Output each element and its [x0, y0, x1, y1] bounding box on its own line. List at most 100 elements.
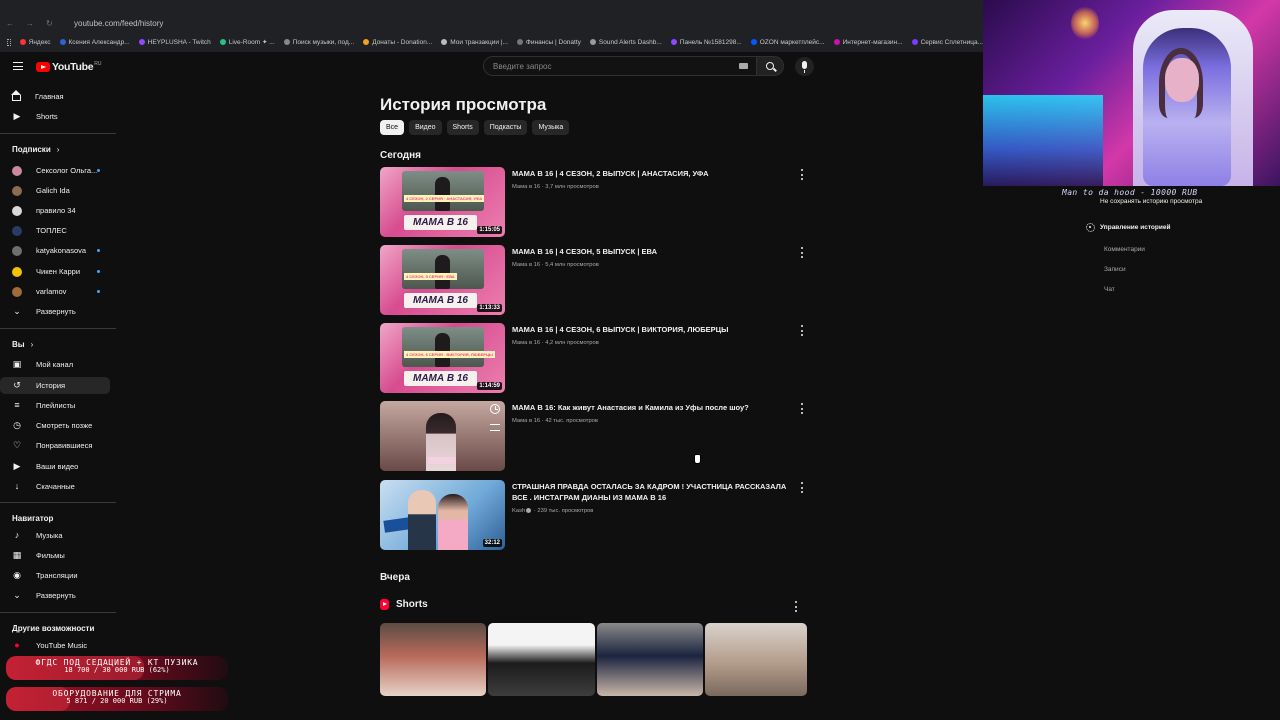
- bookmark[interactable]: OZON маркетплейс...: [750, 39, 825, 46]
- sidebar-item-live[interactable]: ◉ Трансляции: [0, 567, 110, 584]
- video-title[interactable]: МАМА В 16 | 4 СЕЗОН, 6 ВЫПУСК | ВИКТОРИЯ…: [512, 324, 797, 335]
- sidebar-item-watch-later[interactable]: ◷ Смотреть позже: [0, 417, 110, 434]
- bookmark[interactable]: Поиск музыки, под...: [283, 39, 354, 46]
- thumbnail-sticker: [428, 457, 456, 464]
- sidebar-item-shorts[interactable]: ▶ Shorts: [0, 108, 110, 125]
- you-heading[interactable]: Вы ›: [12, 340, 33, 349]
- history-posts-link[interactable]: Записи: [1104, 266, 1126, 273]
- more-actions-icon[interactable]: [800, 482, 804, 493]
- sidebar-item-films[interactable]: ▦ Фильмы: [0, 547, 110, 564]
- history-comments-link[interactable]: Комментарии: [1104, 246, 1145, 253]
- more-actions-icon[interactable]: [800, 169, 804, 180]
- bookmark[interactable]: Донаты - Donation...: [363, 39, 432, 46]
- filter-chip[interactable]: Подкасты: [483, 120, 528, 135]
- pause-history-button[interactable]: Не сохранять историю просмотра: [1100, 198, 1202, 205]
- sidebar-item-label: Развернуть: [36, 591, 76, 600]
- add-to-queue-icon[interactable]: [490, 424, 500, 431]
- hamburger-menu-icon[interactable]: [13, 62, 23, 70]
- sidebar-item-label: Shorts: [36, 112, 58, 121]
- more-actions-icon[interactable]: [800, 325, 804, 336]
- address-row: ← → ↻ youtube.com/feed/history: [0, 14, 983, 32]
- video-title[interactable]: МАМА В 16: Как живут Анастасия и Камила …: [512, 402, 797, 413]
- video-thumbnail[interactable]: 4 СЕЗОН, 5 СЕРИЯ · ЕВА МАМА В 16 1:13:33: [380, 245, 505, 315]
- youtube-logo[interactable]: YouTube RU: [36, 61, 102, 73]
- bookmark[interactable]: Сервис Сплетница...: [911, 39, 983, 46]
- video-thumbnail[interactable]: 32:12: [380, 480, 505, 550]
- sidebar-item-your-videos[interactable]: ▶ Ваши видео: [0, 458, 110, 475]
- sidebar-item-subscription[interactable]: varlamov: [0, 283, 110, 300]
- video-thumbnail[interactable]: 4 СЕЗОН, 2 СЕРИЯ · АНАСТАСИЯ, УФА МАМА В …: [380, 167, 505, 237]
- sidebar-item-subscription[interactable]: Galich Ida: [0, 182, 110, 199]
- sidebar-item-music[interactable]: ♪ Музыка: [0, 527, 110, 544]
- channel-avatar: [12, 205, 22, 216]
- filter-chip[interactable]: Видео: [409, 120, 442, 135]
- sidebar-item-expand-subscriptions[interactable]: ⌄ Развернуть: [0, 303, 110, 320]
- history-chat-link[interactable]: Чат: [1104, 286, 1115, 293]
- thumbnail-show-logo: МАМА В 16: [404, 215, 477, 230]
- filter-chip[interactable]: Все: [380, 120, 405, 135]
- sidebar-item-history[interactable]: ↺ История: [0, 377, 110, 394]
- sidebar-item-home[interactable]: Главная: [0, 88, 110, 105]
- more-actions-icon[interactable]: [800, 247, 804, 258]
- forward-icon[interactable]: →: [26, 19, 40, 28]
- more-actions-icon[interactable]: [800, 403, 804, 414]
- video-row[interactable]: 4 СЕЗОН, 2 СЕРИЯ · АНАСТАСИЯ, УФА МАМА В …: [380, 167, 810, 237]
- watch-later-icon[interactable]: [490, 404, 500, 414]
- sidebar-item-expand-navigator[interactable]: ⌄ Развернуть: [0, 587, 110, 604]
- sidebar-item-youtube-music[interactable]: ● YouTube Music: [0, 637, 110, 654]
- subscriptions-heading[interactable]: Подписки ›: [12, 145, 59, 154]
- search-button[interactable]: [757, 56, 784, 76]
- short-thumbnail[interactable]: [705, 623, 807, 696]
- video-thumbnail[interactable]: [380, 401, 505, 471]
- youtube-music-icon: ●: [14, 640, 20, 650]
- bookmark[interactable]: Sound Alerts Dashb...: [589, 39, 662, 46]
- apps-grid-icon[interactable]: [7, 38, 11, 46]
- channel-name[interactable]: Kash: [512, 508, 525, 514]
- video-row[interactable]: 32:12 СТРАШНАЯ ПРАВДА ОСТАЛАСЬ ЗА КАДРОМ …: [380, 480, 810, 550]
- sidebar-item-my-channel[interactable]: ▣ Мой канал: [0, 356, 110, 373]
- sidebar-item-subscription[interactable]: ТОПЛЕС: [0, 222, 110, 239]
- short-thumbnail[interactable]: [597, 623, 703, 696]
- keyboard-icon[interactable]: [739, 63, 748, 69]
- url-bar[interactable]: youtube.com/feed/history: [74, 19, 163, 28]
- short-thumbnail[interactable]: [380, 623, 486, 696]
- bookmarks-bar: Яндекс Ксения Александр... HEYPLUSHA - T…: [0, 34, 983, 50]
- bookmark[interactable]: Интернет-магазин...: [833, 39, 903, 46]
- sidebar-item-downloads[interactable]: ↓ Скачанные: [0, 478, 110, 495]
- video-row[interactable]: 4 СЕЗОН, 5 СЕРИЯ · ЕВА МАМА В 16 1:13:33 МА…: [380, 245, 810, 315]
- bookmark[interactable]: Финансы | Donatty: [516, 39, 581, 46]
- view-count: 239 тыс. просмотров: [537, 508, 594, 515]
- video-title[interactable]: СТРАШНАЯ ПРАВДА ОСТАЛАСЬ ЗА КАДРОМ ! УЧА…: [512, 481, 797, 503]
- video-row[interactable]: МАМА В 16: Как живут Анастасия и Камила …: [380, 401, 810, 471]
- video-title[interactable]: МАМА В 16 | 4 СЕЗОН, 5 ВЫПУСК | ЕВА: [512, 246, 797, 257]
- chevron-right-icon: ›: [30, 340, 34, 349]
- sidebar-item-subscription[interactable]: правило 34: [0, 202, 110, 219]
- filter-chip[interactable]: Shorts: [446, 120, 479, 135]
- filter-chip[interactable]: Музыка: [532, 120, 570, 135]
- video-thumbnail[interactable]: 4 СЕЗОН, 6 СЕРИЯ · ВИКТОРИЯ, ЛЮБЕРЦЫ МАМА…: [380, 323, 505, 393]
- youtube-play-icon: [36, 62, 50, 72]
- thumbnail-photo: [402, 171, 484, 211]
- bookmark[interactable]: Мои транзакции |...: [441, 39, 508, 46]
- short-thumbnail[interactable]: [488, 623, 595, 696]
- sidebar-item-playlists[interactable]: ≡ Плейлисты: [0, 397, 110, 414]
- search-input[interactable]: Введите запрос: [483, 56, 757, 76]
- bookmark[interactable]: Live-Room ✦ ...: [219, 38, 275, 46]
- video-row[interactable]: 4 СЕЗОН, 6 СЕРИЯ · ВИКТОРИЯ, ЛЮБЕРЦЫ МАМА…: [380, 323, 810, 393]
- bookmark[interactable]: HEYPLUSHA - Twitch: [138, 39, 211, 46]
- sidebar-item-subscription[interactable]: Сексолог Ольга...: [0, 162, 110, 179]
- shorts-more-icon[interactable]: [794, 601, 798, 612]
- bookmark[interactable]: Ксения Александр...: [59, 39, 130, 46]
- manage-history-button[interactable]: Управление историей: [1100, 224, 1170, 231]
- bookmark[interactable]: Яндекс: [19, 39, 51, 46]
- sidebar-item-subscription[interactable]: Чикен Карри: [0, 263, 110, 280]
- sidebar-item-subscription[interactable]: katyakonasova: [0, 242, 110, 259]
- voice-search-button[interactable]: [795, 57, 814, 76]
- sidebar-item-liked[interactable]: ♡ Понравившиеся: [0, 437, 110, 454]
- back-icon[interactable]: ←: [6, 19, 20, 28]
- channel-avatar: [12, 165, 22, 176]
- video-title[interactable]: МАМА В 16 | 4 СЕЗОН, 2 ВЫПУСК | АНАСТАСИ…: [512, 168, 797, 179]
- bookmark[interactable]: Панель №1581298...: [670, 39, 742, 46]
- reload-icon[interactable]: ↻: [46, 19, 60, 28]
- like-icon: ♡: [12, 440, 22, 450]
